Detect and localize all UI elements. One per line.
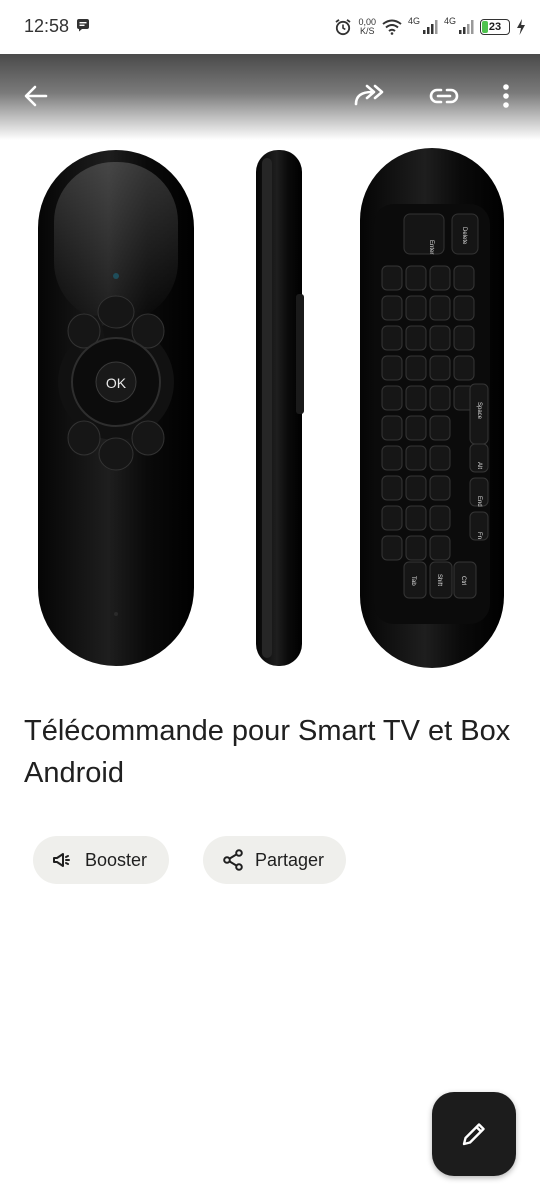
keyboard-key [429, 505, 451, 531]
megaphone-icon [53, 853, 70, 867]
arrow-left-icon [24, 85, 48, 107]
net-speed-unit: K/S [359, 26, 375, 36]
forward-button[interactable] [350, 76, 390, 116]
keyboard-key [405, 505, 427, 531]
keyboard-key [429, 295, 451, 321]
remote-front: OK [38, 150, 194, 666]
keyboard-key [453, 355, 475, 381]
more-vertical-icon [503, 84, 509, 108]
keyboard-key [453, 325, 475, 351]
signal-icon-1 [422, 20, 438, 34]
keyboard-key [381, 265, 403, 291]
pencil-icon [462, 1123, 485, 1146]
copy-link-button[interactable] [424, 76, 464, 116]
more-options-button[interactable] [486, 76, 526, 116]
keyboard-key [381, 355, 403, 381]
keyboard-key [405, 385, 427, 411]
end-key-label: End [476, 496, 482, 507]
back-button[interactable] [16, 76, 56, 116]
keyboard-key [429, 445, 451, 471]
compose-fab[interactable] [432, 1092, 516, 1176]
signal-icon-2 [459, 20, 474, 34]
keyboard-key [453, 295, 475, 321]
ok-label: OK [106, 375, 127, 391]
shift-key-label: Shift [436, 574, 442, 586]
remote-control-image: OK Enter Delete Tab Shift Ctrl Space Alt… [38, 148, 504, 668]
status-time: 12:58 [24, 16, 70, 36]
keyboard-key [381, 295, 403, 321]
keyboard-key [381, 505, 403, 531]
post-title: Télécommande pour Smart TV et Box Androi… [24, 715, 511, 789]
keyboard-key [405, 355, 427, 381]
keyboard-key [405, 535, 427, 561]
space-key-label: Space [476, 402, 482, 420]
status-icons: 0,00 K/S 4G 4G 23 [334, 14, 526, 40]
alarm-icon [335, 19, 351, 36]
ctrl-key-label: Ctrl [460, 576, 466, 585]
keyboard-key [381, 415, 403, 441]
message-icon [77, 19, 89, 32]
keyboard-key [429, 475, 451, 501]
link-icon [429, 88, 459, 104]
keyboard-key [405, 265, 427, 291]
keyboard-key [405, 325, 427, 351]
keyboard-key [429, 265, 451, 291]
network-type-1: 4G [407, 16, 420, 26]
toolbar [0, 54, 540, 140]
network-type-2: 4G [443, 16, 456, 26]
enter-key-label: Enter [428, 240, 434, 254]
keyboard-key [453, 265, 475, 291]
keyboard-key [405, 475, 427, 501]
charging-icon [517, 19, 525, 35]
keyboard-key [381, 325, 403, 351]
keyboard-key [429, 415, 451, 441]
share-button[interactable]: Partager [203, 836, 347, 884]
share-icon [223, 849, 243, 871]
keyboard-key [381, 385, 403, 411]
keyboard-key [429, 385, 451, 411]
status-bar: 12:58 0,00 K/S 4G 4G 23 [0, 0, 540, 54]
net-speed: 0,00 K/S [358, 18, 376, 36]
alt-key-label: Alt [476, 462, 482, 469]
fn-key-label: Fn [476, 532, 482, 539]
boost-label: Booster [85, 849, 148, 870]
keyboard-key [381, 445, 403, 471]
keyboard-key [405, 415, 427, 441]
battery-fill [482, 21, 489, 33]
remote-side [256, 150, 304, 666]
share-label: Partager [255, 849, 325, 870]
keyboard-key [381, 535, 403, 561]
delete-key-label: Delete [461, 227, 467, 245]
keyboard-key [429, 535, 451, 561]
battery-indicator: 23 [480, 19, 510, 35]
wifi-icon [382, 19, 402, 35]
remote-keyboard: Enter Delete Tab Shift Ctrl Space Alt En… [360, 148, 504, 668]
battery-level: 23 [488, 21, 502, 33]
product-image: OK Enter Delete Tab Shift Ctrl Space Alt… [0, 54, 540, 680]
keyboard-key [429, 325, 451, 351]
keyboard-key [429, 355, 451, 381]
keyboard-key [405, 445, 427, 471]
keyboard-key [405, 295, 427, 321]
keyboard-key [381, 475, 403, 501]
forward-arrows-icon [354, 84, 384, 106]
tab-key-label: Tab [410, 576, 416, 586]
boost-button[interactable]: Booster [33, 836, 170, 884]
